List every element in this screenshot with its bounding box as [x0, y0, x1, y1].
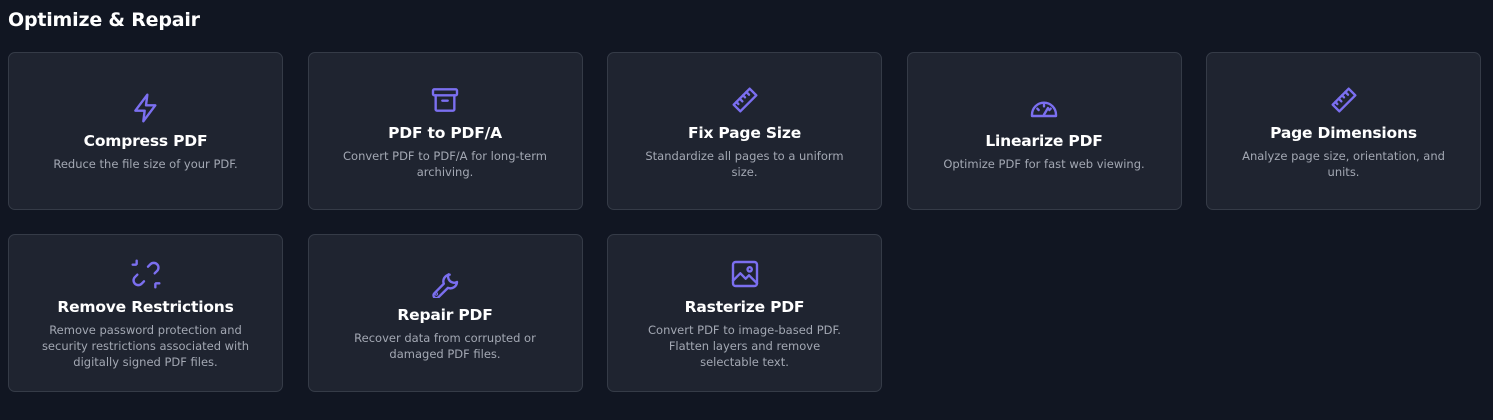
repair-pdf-card[interactable]: Repair PDF Recover data from corrupted o…	[307, 234, 583, 392]
linearize-pdf-card[interactable]: Linearize PDF Optimize PDF for fast web …	[906, 52, 1182, 210]
card-title: Page Dimensions	[1270, 123, 1417, 142]
page-dimensions-card[interactable]: Page Dimensions Analyze page size, orien…	[1206, 52, 1481, 210]
remove-restrictions-card[interactable]: Remove Restrictions Remove password prot…	[8, 234, 283, 392]
card-title: Rasterize PDF	[684, 297, 805, 316]
card-description: Reduce the file size of your PDF.	[53, 156, 238, 171]
wrench-icon	[428, 265, 462, 299]
pdf-to-pdfa-card[interactable]: PDF to PDF/A Convert PDF to PDF/A for lo…	[307, 52, 583, 210]
card-title: Remove Restrictions	[57, 297, 234, 316]
broken-link-icon	[129, 257, 163, 291]
rasterize-pdf-card[interactable]: Rasterize PDF Convert PDF to image-based…	[607, 234, 882, 392]
lightning-icon	[129, 91, 163, 125]
card-title: Repair PDF	[397, 305, 493, 324]
ruler-icon	[728, 83, 762, 117]
section-title: Optimize & Repair	[8, 9, 200, 31]
image-icon	[728, 257, 762, 291]
tools-grid: Compress PDF Reduce the file size of you…	[8, 52, 1481, 392]
card-description: Optimize PDF for fast web viewing.	[943, 156, 1145, 171]
archive-box-icon	[428, 83, 462, 117]
ruler-icon	[1327, 83, 1361, 117]
card-description: Recover data from corrupted or damaged P…	[354, 330, 536, 361]
gauge-icon	[1027, 91, 1061, 125]
compress-pdf-card[interactable]: Compress PDF Reduce the file size of you…	[8, 52, 283, 210]
fix-page-size-card[interactable]: Fix Page Size Standardize all pages to a…	[607, 52, 882, 210]
card-title: Linearize PDF	[985, 131, 1103, 150]
card-title: Compress PDF	[83, 131, 208, 150]
card-title: PDF to PDF/A	[388, 123, 502, 142]
card-description: Standardize all pages to a uniform size.	[645, 148, 844, 179]
card-description: Analyze page size, orientation, and unit…	[1242, 148, 1445, 179]
card-description: Remove password protection and security …	[41, 322, 250, 369]
card-description: Convert PDF to image-based PDF. Flatten …	[648, 322, 841, 369]
card-description: Convert PDF to PDF/A for long-term archi…	[343, 148, 547, 179]
card-title: Fix Page Size	[687, 123, 802, 142]
